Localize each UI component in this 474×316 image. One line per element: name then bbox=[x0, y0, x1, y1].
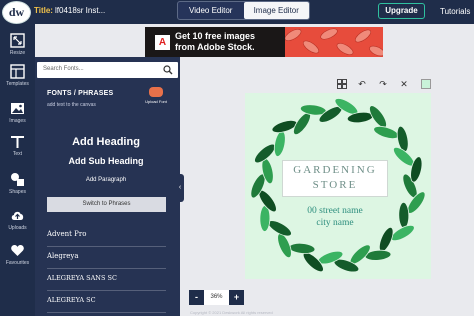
font-list-item[interactable]: Advent Pro bbox=[47, 227, 166, 247]
rail-item-resize[interactable]: Resize bbox=[0, 33, 35, 56]
ad-line-1: Get 10 free images bbox=[175, 31, 256, 41]
tutorials-link[interactable]: Tutorials bbox=[440, 7, 470, 16]
ad-line-2: from Adobe Stock. bbox=[175, 42, 255, 52]
rail-label: Resize bbox=[9, 50, 26, 56]
rail-label: Uploads bbox=[8, 225, 27, 231]
cloud-upload-icon bbox=[149, 87, 163, 97]
adobe-logo: A bbox=[155, 35, 170, 50]
editor-mode-switch: Video Editor Image Editor bbox=[177, 1, 310, 20]
upgrade-button[interactable]: Upgrade bbox=[378, 3, 425, 19]
switch-to-phrases-button[interactable]: Switch to Phrases bbox=[47, 197, 166, 212]
templates-icon bbox=[10, 64, 25, 79]
shapes-icon bbox=[11, 173, 24, 186]
video-editor-tab[interactable]: Video Editor bbox=[178, 2, 244, 19]
design-title[interactable]: GARDENING STORE bbox=[283, 163, 387, 193]
tool-rail: Resize Templates Images Text Shapes Uplo… bbox=[0, 24, 35, 316]
rail-item-text[interactable]: Text bbox=[0, 134, 35, 157]
design-address-line-2: city name bbox=[316, 218, 354, 228]
ad-text: Get 10 free images from Adobe Stock. bbox=[175, 31, 255, 53]
zoom-out-button[interactable]: - bbox=[189, 290, 204, 305]
rail-item-images[interactable]: Images bbox=[0, 101, 35, 124]
rail-item-uploads[interactable]: Uploads bbox=[0, 208, 35, 231]
top-bar: dw Title: lf0418sr Inst... Video Editor … bbox=[0, 0, 474, 24]
project-title[interactable]: lf0418sr Inst... bbox=[55, 6, 105, 15]
rail-item-shapes[interactable]: Shapes bbox=[0, 172, 35, 195]
rail-label: Templates bbox=[6, 81, 29, 87]
design-canvas[interactable]: GARDENING STORE 00 street name city name bbox=[245, 93, 431, 279]
collapse-panel-button[interactable]: ‹ bbox=[176, 174, 184, 202]
add-paragraph-button[interactable]: Add Paragraph bbox=[47, 177, 165, 183]
grid-icon[interactable] bbox=[337, 79, 347, 89]
zoom-level: 36% bbox=[204, 290, 229, 305]
leaf-shape bbox=[398, 201, 410, 229]
rail-label: Favourites bbox=[5, 260, 30, 266]
chevron-left-icon: ‹ bbox=[178, 184, 182, 191]
fonts-panel: Search Fonts... FONTS / PHRASES add text… bbox=[35, 57, 180, 316]
design-title-line-1: GARDENING bbox=[293, 164, 377, 176]
close-icon[interactable]: ✕ bbox=[399, 79, 409, 89]
redo-icon[interactable]: ↷ bbox=[378, 79, 388, 89]
search-placeholder: Search Fonts... bbox=[43, 66, 84, 72]
title-label: Title: bbox=[34, 6, 53, 15]
design-title-line-2: STORE bbox=[312, 179, 358, 191]
leaf-shape bbox=[288, 242, 316, 254]
rail-item-favourites[interactable]: Favourites bbox=[0, 243, 35, 266]
rail-label: Shapes bbox=[9, 189, 26, 195]
resize-icon bbox=[10, 33, 25, 48]
copyright-footer: Copyright © 2021 Deskwork All rights res… bbox=[190, 310, 273, 315]
upload-font-label: Upload Font bbox=[145, 99, 167, 104]
section-title: FONTS / PHRASES bbox=[47, 90, 114, 97]
favourites-icon bbox=[11, 244, 24, 256]
search-icon[interactable] bbox=[163, 65, 173, 75]
add-subheading-button[interactable]: Add Sub Heading bbox=[47, 156, 165, 166]
rail-label: Images bbox=[9, 118, 26, 124]
image-editor-tab[interactable]: Image Editor bbox=[243, 2, 309, 19]
adobe-stock-ad[interactable]: A Get 10 free images from Adobe Stock. bbox=[145, 27, 383, 57]
zoom-in-button[interactable]: + bbox=[229, 290, 244, 305]
text-icon bbox=[11, 136, 24, 148]
rail-label: Text bbox=[12, 151, 23, 157]
design-address-line-1: 00 street name bbox=[307, 206, 363, 216]
leaf-shape bbox=[273, 130, 286, 157]
add-heading-button[interactable]: Add Heading bbox=[47, 136, 165, 148]
font-search-input[interactable]: Search Fonts... bbox=[37, 62, 178, 78]
rail-item-templates[interactable]: Templates bbox=[0, 64, 35, 87]
design-address[interactable]: 00 street name city name bbox=[275, 205, 395, 229]
images-icon bbox=[11, 103, 24, 114]
app-logo[interactable]: dw bbox=[2, 1, 31, 24]
ad-leaf-artwork bbox=[285, 27, 383, 57]
section-subtitle: add text to the canvas bbox=[47, 102, 96, 108]
font-list-item[interactable]: ALEGREYA SC bbox=[47, 293, 166, 313]
background-color-swatch[interactable] bbox=[421, 79, 431, 89]
font-list-item[interactable]: ALEGREYA SANS SC bbox=[47, 271, 166, 291]
undo-icon[interactable]: ↶ bbox=[357, 79, 367, 89]
uploads-icon bbox=[11, 211, 24, 220]
font-list-item[interactable]: Alegreya bbox=[47, 249, 166, 269]
zoom-control: - 36% + bbox=[189, 290, 244, 305]
upload-font-button[interactable]: Upload Font bbox=[143, 87, 169, 104]
